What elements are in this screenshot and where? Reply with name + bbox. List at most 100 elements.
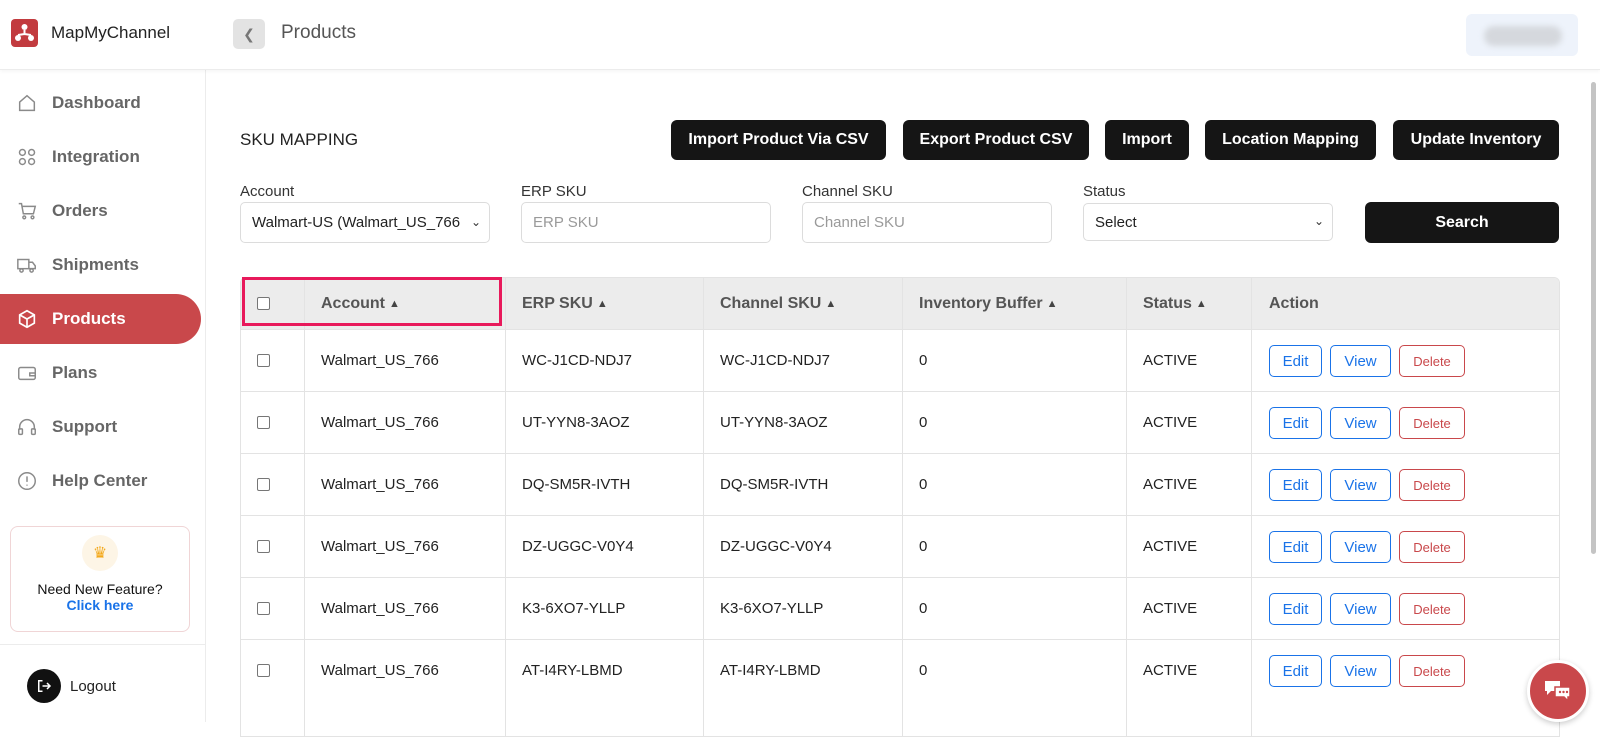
- cell-account: Walmart_US_766: [321, 662, 439, 679]
- chevron-down-icon: ⌄: [470, 215, 481, 229]
- sidebar-item-label: Dashboard: [52, 93, 141, 112]
- section-title: SKU MAPPING: [240, 130, 359, 149]
- delete-button[interactable]: Delete: [1399, 469, 1465, 501]
- box-icon: [18, 309, 36, 329]
- edit-button[interactable]: Edit: [1269, 655, 1322, 687]
- cell-erp-sku: K3-6XO7-YLLP: [522, 600, 626, 617]
- row-checkbox[interactable]: [257, 416, 270, 429]
- cell-account: Walmart_US_766: [321, 600, 439, 617]
- page-title: Products: [281, 22, 356, 43]
- view-button[interactable]: View: [1330, 655, 1391, 687]
- row-checkbox[interactable]: [257, 540, 270, 553]
- top-bar: MapMyChannel ❮ Products: [0, 0, 1600, 70]
- location-mapping-button[interactable]: Location Mapping: [1205, 120, 1376, 160]
- cell-erp-sku: WC-J1CD-NDJ7: [522, 352, 632, 369]
- feature-request-link[interactable]: Click here: [11, 597, 189, 613]
- view-button[interactable]: View: [1330, 469, 1391, 501]
- row-checkbox[interactable]: [257, 478, 270, 491]
- row-checkbox[interactable]: [257, 354, 270, 367]
- edit-button[interactable]: Edit: [1269, 345, 1322, 377]
- view-button[interactable]: View: [1330, 531, 1391, 563]
- channel-sku-input[interactable]: Channel SKU: [802, 202, 1052, 243]
- view-button[interactable]: View: [1330, 407, 1391, 439]
- view-button[interactable]: View: [1330, 345, 1391, 377]
- highlight-box-account-header: [242, 277, 502, 326]
- sidebar-item-products[interactable]: Products: [0, 294, 201, 344]
- erp-sku-input[interactable]: ERP SKU: [521, 202, 771, 243]
- sidebar-item-shipments[interactable]: Shipments: [0, 240, 201, 290]
- brand[interactable]: MapMyChannel: [11, 19, 170, 47]
- cell-status: ACTIVE: [1143, 538, 1198, 555]
- sort-icon: ▲︎: [825, 297, 837, 310]
- back-button[interactable]: ❮: [233, 19, 265, 49]
- scrollbar[interactable]: [1591, 82, 1596, 554]
- divider: [0, 644, 205, 645]
- header-label: ERP SKU: [522, 294, 593, 312]
- cell-status: ACTIVE: [1143, 476, 1198, 493]
- header-status[interactable]: Status ▲︎: [1143, 278, 1207, 329]
- brand-name: MapMyChannel: [51, 23, 171, 42]
- sidebar-item-integration[interactable]: Integration: [0, 132, 201, 182]
- sidebar-item-plans[interactable]: Plans: [0, 348, 201, 398]
- status-label: Status: [1083, 183, 1126, 200]
- sidebar-item-support[interactable]: Support: [0, 402, 201, 452]
- logout-label: Logout: [70, 677, 116, 695]
- sidebar-item-label: Integration: [52, 147, 140, 166]
- sidebar-item-dashboard[interactable]: Dashboard: [0, 78, 201, 128]
- header-label: Action: [1269, 294, 1319, 312]
- sort-icon: ▲︎: [1046, 297, 1058, 310]
- edit-button[interactable]: Edit: [1269, 593, 1322, 625]
- cell-inventory-buffer: 0: [919, 600, 928, 617]
- view-button[interactable]: View: [1330, 593, 1391, 625]
- cell-erp-sku: UT-YYN8-3AOZ: [522, 414, 630, 431]
- logout-icon: [27, 669, 61, 703]
- table-row: Walmart_US_766 WC-J1CD-NDJ7 WC-J1CD-NDJ7 0 A…: [241, 329, 1559, 391]
- delete-button[interactable]: Delete: [1399, 345, 1465, 377]
- account-label: Account: [240, 183, 295, 200]
- edit-button[interactable]: Edit: [1269, 531, 1322, 563]
- table-row: Walmart_US_766 AT-I4RY-LBMD AT-I4RY-LBMD 0 A…: [241, 639, 1559, 701]
- import-csv-button[interactable]: Import Product Via CSV: [671, 120, 886, 160]
- edit-button[interactable]: Edit: [1269, 407, 1322, 439]
- sidebar-item-orders[interactable]: Orders: [0, 186, 201, 236]
- cell-status: ACTIVE: [1143, 600, 1198, 617]
- header-label: Inventory Buffer: [919, 294, 1043, 312]
- chat-widget-button[interactable]: [1527, 660, 1589, 722]
- table-row: Walmart_US_766 DQ-SM5R-IVTH DQ-SM5R-IVTH 0 A…: [241, 453, 1559, 515]
- table-row: Walmart_US_766 K3-6XO7-YLLP K3-6XO7-YLLP 0 A…: [241, 577, 1559, 639]
- wallet-icon: [18, 366, 36, 381]
- cell-inventory-buffer: 0: [919, 414, 928, 431]
- status-select[interactable]: Select ⌄: [1083, 203, 1333, 241]
- cell-channel-sku: K3-6XO7-YLLP: [720, 600, 824, 617]
- table-row: Walmart_US_766 UT-YYN8-3AOZ UT-YYN8-3AOZ 0 A…: [241, 391, 1559, 453]
- grid-icon: [18, 148, 36, 166]
- profile-menu[interactable]: [1466, 14, 1578, 56]
- crown-icon: ♛: [82, 535, 118, 571]
- cell-channel-sku: WC-J1CD-NDJ7: [720, 352, 830, 369]
- row-select-cell: [257, 640, 270, 701]
- feature-request-card: ♛ Need New Feature? Click here: [10, 526, 190, 632]
- header-erp-sku[interactable]: ERP SKU ▲︎: [522, 278, 608, 329]
- import-button[interactable]: Import: [1105, 120, 1189, 160]
- logout-button[interactable]: Logout: [27, 669, 116, 703]
- header-channel-sku[interactable]: Channel SKU ▲︎: [720, 278, 836, 329]
- delete-button[interactable]: Delete: [1399, 655, 1465, 687]
- account-select[interactable]: Walmart-US (Walmart_US_766 ⌄: [240, 202, 490, 243]
- delete-button[interactable]: Delete: [1399, 407, 1465, 439]
- row-checkbox[interactable]: [257, 602, 270, 615]
- cell-account: Walmart_US_766: [321, 538, 439, 555]
- header-inventory-buffer[interactable]: Inventory Buffer ▲︎: [919, 278, 1057, 329]
- row-checkbox[interactable]: [257, 664, 270, 677]
- update-inventory-button[interactable]: Update Inventory: [1393, 120, 1559, 160]
- cell-status: ACTIVE: [1143, 352, 1198, 369]
- account-select-value: Walmart-US (Walmart_US_766: [252, 214, 461, 231]
- edit-button[interactable]: Edit: [1269, 469, 1322, 501]
- export-csv-button[interactable]: Export Product CSV: [903, 120, 1089, 160]
- sidebar-item-label: Orders: [52, 201, 108, 220]
- headset-icon: [18, 419, 36, 436]
- search-button[interactable]: Search: [1365, 202, 1559, 243]
- sidebar-item-help-center[interactable]: Help Center: [0, 456, 201, 506]
- cell-erp-sku: DZ-UGGC-V0Y4: [522, 538, 634, 555]
- delete-button[interactable]: Delete: [1399, 593, 1465, 625]
- delete-button[interactable]: Delete: [1399, 531, 1465, 563]
